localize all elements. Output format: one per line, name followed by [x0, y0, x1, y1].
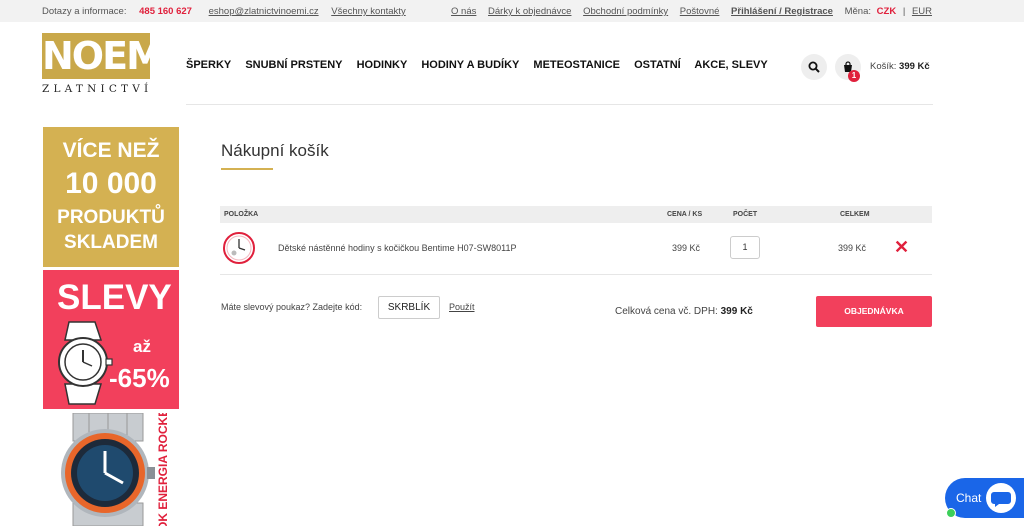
banner-stock-line3: PRODUKTŮ [57, 207, 165, 228]
banner-stock-line1: VÍCE NEŽ [62, 139, 160, 162]
nav-item-jewelry[interactable]: ŠPERKY [186, 59, 231, 71]
cart-count-badge: 1 [848, 70, 860, 82]
unit-price: 399 Kč [672, 243, 701, 253]
banner-stock[interactable]: VÍCE NEŽ 10 000 PRODUKTŮ SKLADEM [43, 127, 179, 267]
currency-separator: | [902, 6, 906, 17]
search-icon [808, 61, 820, 73]
nav-item-watches[interactable]: HODINKY [357, 59, 408, 71]
header-divider [186, 104, 933, 105]
banner-watch-product[interactable]: OK ENERGIA ROCKET [43, 413, 179, 526]
main-nav: ŠPERKY SNUBNÍ PRSTENY HODINKY HODINY A B… [186, 59, 779, 71]
nav-item-sales[interactable]: AKCE, SLEVY [694, 59, 767, 71]
currency-czk[interactable]: CZK [877, 6, 897, 17]
online-status-dot [946, 508, 956, 518]
product-thumbnail[interactable] [222, 231, 256, 265]
coupon-label: Máte slevový poukaz? Zadejte kód: [221, 302, 363, 312]
close-icon[interactable]: ✕ [894, 238, 909, 256]
banner-stock-line4: SKLADEM [64, 232, 158, 253]
chat-bubble-icon [986, 483, 1016, 513]
link-shipping[interactable]: Poštovné [680, 6, 720, 17]
chat-widget[interactable]: Chat [945, 478, 1024, 518]
row-total: 399 Kč [838, 243, 867, 253]
order-total-amount: 399 Kč [720, 306, 753, 317]
top-bar: Dotazy a informace: 485 160 627 eshop@zl… [0, 0, 1024, 22]
header-total: CELKEM [840, 211, 870, 218]
order-total: Celková cena vč. DPH: 399 Kč [615, 306, 753, 317]
cart-table-header: POLOŽKA CENA / KS POČET CELKEM [220, 206, 932, 223]
banner-sale[interactable]: SLEVY až -65% [43, 270, 179, 409]
order-total-label: Celková cena vč. DPH: [615, 306, 718, 317]
phone-link[interactable]: 485 160 627 [139, 6, 192, 17]
contact-label: Dotazy a informace: [42, 6, 127, 17]
login-link[interactable]: Přihlášení / Registrace [731, 6, 833, 17]
site-logo[interactable]: NOEMI ZLATNICTVÍ [42, 33, 176, 97]
banner-sale-percent: -65% [109, 363, 170, 393]
nav-item-other[interactable]: OSTATNÍ [634, 59, 681, 71]
cart-label-text: Košík: [870, 61, 897, 72]
currency-eur[interactable]: EUR [912, 6, 932, 17]
logo-mark: NOEMI [42, 33, 176, 79]
chat-label: Chat [956, 491, 982, 505]
currency-label: Měna: [844, 6, 872, 17]
apply-coupon-link[interactable]: Použít [449, 302, 475, 312]
link-terms[interactable]: Obchodní podmínky [583, 6, 668, 17]
quantity-input[interactable]: 1 [730, 236, 760, 259]
banner-sale-title: SLEVY [57, 278, 172, 317]
all-contacts-link[interactable]: Všechny kontakty [331, 6, 405, 17]
coupon-code-input[interactable]: SKRBLÍK [378, 296, 440, 319]
page-title: Nákupní košík [221, 141, 329, 160]
top-links: O nás Dárky k objednávce Obchodní podmín… [442, 6, 932, 17]
contact-info: Dotazy a informace: 485 160 627 eshop@zl… [42, 6, 416, 17]
banner-sale-az: až [133, 337, 151, 356]
nav-item-clocks[interactable]: HODINY A BUDÍKY [421, 59, 519, 71]
cart-amount: 399 Kč [899, 61, 930, 72]
nav-item-weather-stations[interactable]: METEOSTANICE [533, 59, 620, 71]
link-gifts[interactable]: Dárky k objednávce [488, 6, 571, 17]
search-button[interactable] [801, 54, 827, 80]
banner-watch-vertical-text: OK ENERGIA ROCKET [156, 413, 170, 526]
title-underline [221, 168, 273, 170]
order-button[interactable]: OBJEDNÁVKA [816, 296, 932, 327]
nav-item-wedding-rings[interactable]: SNUBNÍ PRSTENY [245, 59, 342, 71]
banner-stock-line2: 10 000 [65, 167, 157, 200]
product-name-link[interactable]: Dětské nástěnné hodiny s kočičkou Bentim… [278, 243, 516, 253]
logo-subtitle: ZLATNICTVÍ [42, 83, 153, 95]
header-price: CENA / KS [667, 211, 703, 218]
cart-summary[interactable]: Košík: 399 Kč [870, 61, 930, 72]
header-qty: POČET [733, 211, 758, 218]
header-item: POLOŽKA [224, 211, 259, 218]
link-about[interactable]: O nás [451, 6, 476, 17]
email-link[interactable]: eshop@zlatnictvinoemi.cz [209, 6, 319, 17]
table-row: Dětské nástěnné hodiny s kočičkou Bentim… [220, 223, 932, 275]
